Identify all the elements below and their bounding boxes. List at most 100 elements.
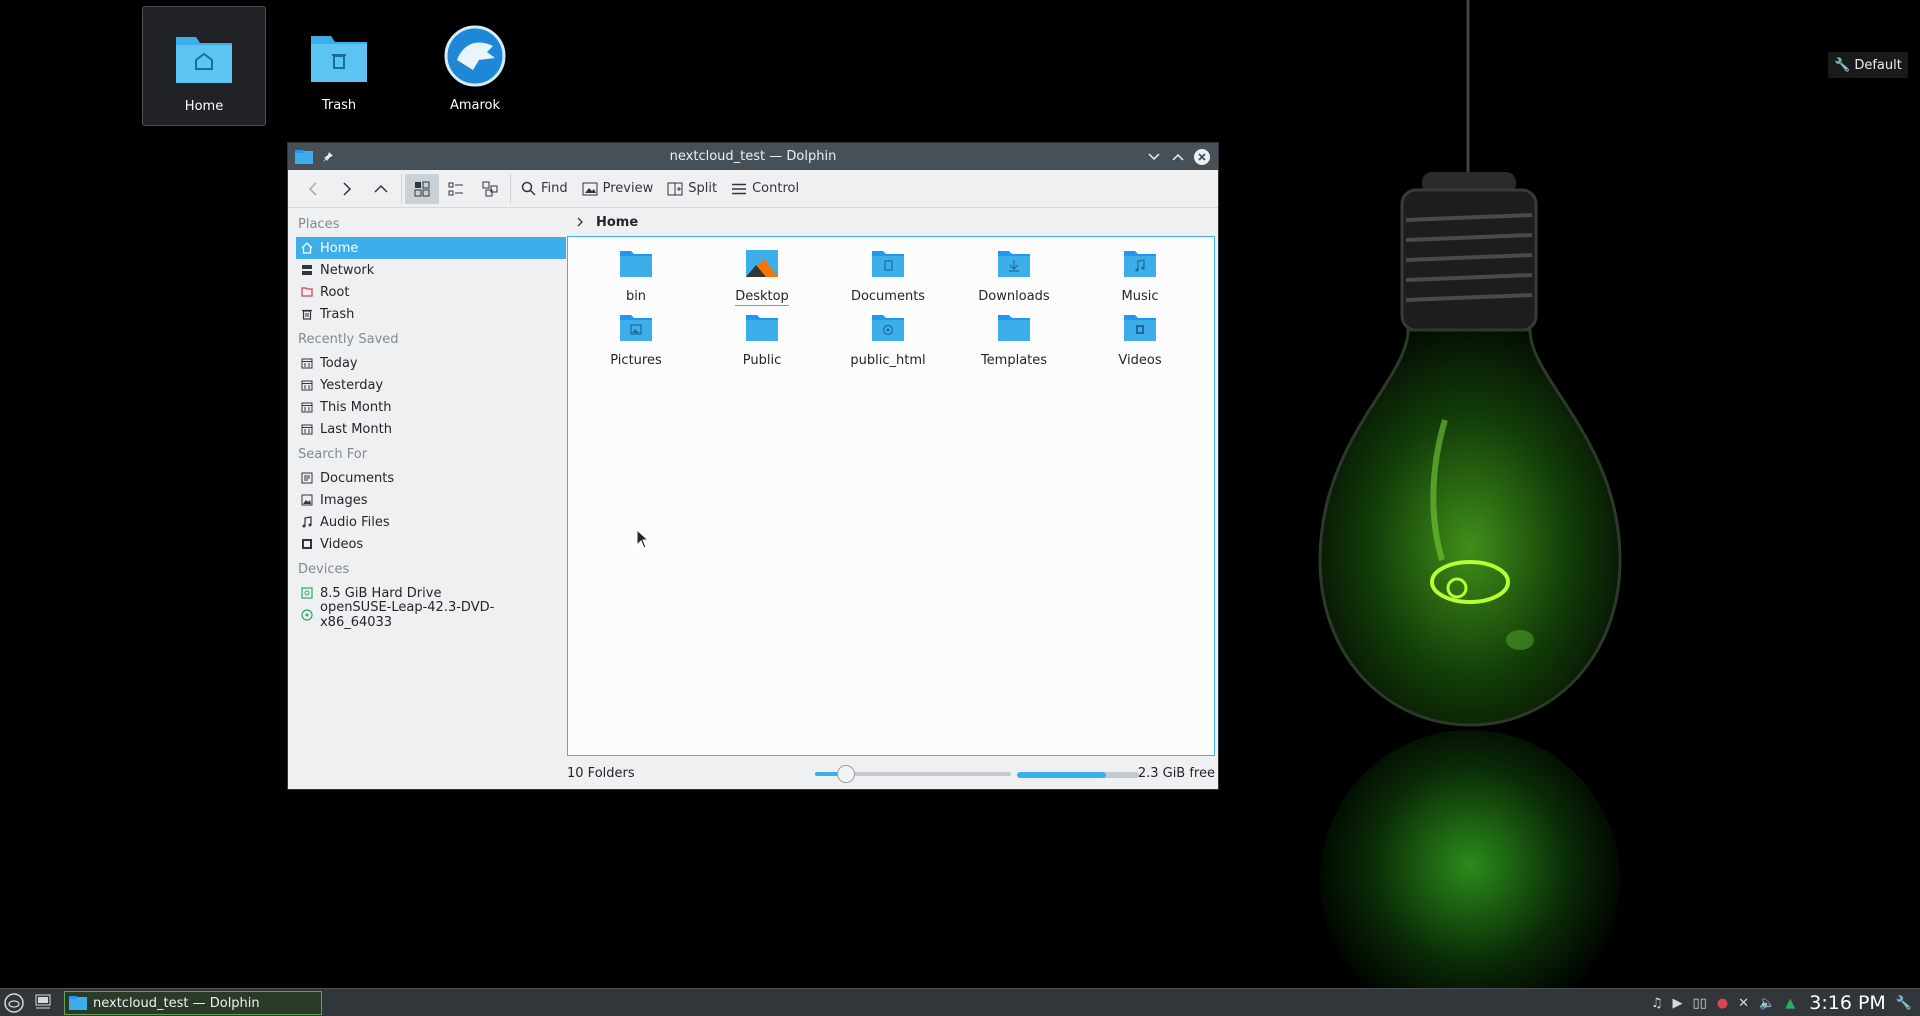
sidebar-item-trash[interactable]: Trash xyxy=(296,303,566,325)
root-folder-icon xyxy=(300,285,314,299)
file-item-templates[interactable]: Templates xyxy=(959,311,1069,368)
file-item-music[interactable]: Music xyxy=(1085,247,1195,304)
sidebar-item-audio-files[interactable]: Audio Files xyxy=(296,511,566,533)
zoom-slider-handle[interactable] xyxy=(837,765,856,783)
back-button[interactable] xyxy=(296,174,330,204)
zoom-slider[interactable] xyxy=(815,765,1011,783)
file-item-documents[interactable]: Documents xyxy=(833,247,943,304)
file-item-downloads[interactable]: Downloads xyxy=(959,247,1069,304)
panel-settings-icon[interactable]: 🔧 xyxy=(1896,996,1912,1011)
sidebar-item-documents[interactable]: Documents xyxy=(296,467,566,489)
preview-label: Preview xyxy=(602,181,654,196)
forward-button[interactable] xyxy=(330,174,364,204)
desktop-icon-amarok[interactable]: Amarok xyxy=(413,6,537,126)
file-view[interactable]: bin Desktop Documents Downloads Music Pi… xyxy=(567,236,1215,756)
split-button[interactable]: Split xyxy=(660,174,724,204)
breadcrumb-home[interactable]: Home xyxy=(596,215,638,230)
file-item-public[interactable]: Public xyxy=(707,311,817,368)
preview-icon xyxy=(582,182,598,195)
show-desktop-button[interactable] xyxy=(34,992,52,1012)
desktop-icon-trash[interactable]: Trash xyxy=(277,6,401,126)
sidebar-item-label: Videos xyxy=(320,536,364,552)
sidebar-item-label: Documents xyxy=(320,470,395,486)
sidebar-item-yesterday[interactable]: Yesterday xyxy=(296,374,566,396)
file-label: Templates xyxy=(980,353,1048,368)
chevron-up-icon xyxy=(374,184,388,193)
folder-icon xyxy=(620,251,652,277)
control-button[interactable]: Control xyxy=(724,174,806,204)
minimize-icon[interactable] xyxy=(1144,147,1164,167)
file-label: Pictures xyxy=(610,353,662,368)
play-icon[interactable]: ▶ xyxy=(1673,996,1683,1011)
amarok-wolf-icon xyxy=(444,25,506,87)
sidebar-item-label: Images xyxy=(320,492,368,508)
videos-folder-icon xyxy=(1124,315,1156,341)
sidebar-item-this-month[interactable]: This Month xyxy=(296,396,566,418)
details-view-button[interactable] xyxy=(473,174,507,204)
sidebar-item-label: Yesterday xyxy=(320,377,384,393)
icons-view-button[interactable] xyxy=(405,173,439,204)
kde-connect-icon[interactable]: ▯▯ xyxy=(1693,996,1707,1011)
calendar-icon xyxy=(300,378,314,392)
expand-tray-icon[interactable]: ▲ xyxy=(1785,996,1795,1011)
maximize-icon[interactable] xyxy=(1168,147,1188,167)
sidebar-item-today[interactable]: Today xyxy=(296,352,566,374)
sidebar-item-last-month[interactable]: Last Month xyxy=(296,418,566,440)
file-item-videos[interactable]: Videos xyxy=(1085,311,1195,368)
file-item-pictures[interactable]: Pictures xyxy=(581,311,691,368)
music-note-icon xyxy=(300,515,314,529)
sidebar-item-images[interactable]: Images xyxy=(296,489,566,511)
desktop-icon-home[interactable]: Home xyxy=(142,6,266,126)
window-menu-icon[interactable] xyxy=(294,147,314,167)
application-launcher-button[interactable] xyxy=(4,993,24,1013)
sidebar-item-label: 8.5 GiB Hard Drive xyxy=(320,585,442,601)
file-label: Documents xyxy=(850,289,926,304)
dolphin-window: nextcloud_test — Dolphin Find Preview Sp… xyxy=(287,142,1219,790)
wallpaper-lightbulb xyxy=(1318,0,1622,990)
desktop-icon-label: Trash xyxy=(321,98,357,113)
media-player-icon[interactable]: ♫ xyxy=(1651,996,1663,1011)
preview-button[interactable]: Preview xyxy=(575,174,661,204)
compact-view-button[interactable] xyxy=(439,174,473,204)
plasma-toolbox-button[interactable]: 🔧 Default xyxy=(1828,52,1908,78)
trash-folder-icon xyxy=(311,36,367,82)
places-panel: Places Home Network Root Trash Recently … xyxy=(296,210,566,780)
file-label: Music xyxy=(1121,289,1159,304)
places-header: Places xyxy=(298,217,340,232)
close-icon[interactable] xyxy=(1192,147,1212,167)
sidebar-item-root[interactable]: Root xyxy=(296,281,566,303)
toolbar-separator xyxy=(510,173,511,204)
chevron-right-icon[interactable] xyxy=(576,217,584,227)
main-toolbar: Find Preview Split Control xyxy=(288,170,1218,208)
hard-drive-icon xyxy=(300,586,314,600)
updates-icon[interactable]: ● xyxy=(1717,996,1728,1011)
clock[interactable]: 3:16 PM xyxy=(1809,992,1886,1014)
pin-icon[interactable] xyxy=(318,147,338,167)
home-icon xyxy=(300,241,314,255)
film-icon xyxy=(300,537,314,551)
control-label: Control xyxy=(752,181,800,196)
home-folder-icon xyxy=(176,37,232,83)
volume-icon[interactable]: 🔈 xyxy=(1759,996,1775,1011)
file-label: Videos xyxy=(1118,353,1162,368)
file-item-public-html[interactable]: public_html xyxy=(833,311,943,368)
status-bar: 10 Folders 2.3 GiB free xyxy=(567,760,1215,786)
sidebar-item-label: This Month xyxy=(320,399,392,415)
file-label: bin xyxy=(625,289,647,304)
sidebar-item-videos[interactable]: Videos xyxy=(296,533,566,555)
file-item-bin[interactable]: bin xyxy=(581,247,691,304)
up-button[interactable] xyxy=(364,174,398,204)
find-button[interactable]: Find xyxy=(514,174,575,204)
file-item-desktop[interactable]: Desktop xyxy=(707,247,817,306)
sidebar-item-dvd[interactable]: openSUSE-Leap-42.3-DVD-x86_64033 xyxy=(296,600,566,630)
free-space-bar xyxy=(1017,772,1139,778)
optical-disc-icon xyxy=(300,608,314,622)
sidebar-item-label: Home xyxy=(320,240,359,256)
tools-icon[interactable]: ✕ xyxy=(1738,996,1749,1011)
sidebar-item-network[interactable]: Network xyxy=(296,259,566,281)
taskbar-task-dolphin[interactable]: nextcloud_test — Dolphin xyxy=(64,991,322,1015)
calendar-icon xyxy=(300,356,314,370)
window-titlebar[interactable]: nextcloud_test — Dolphin xyxy=(288,143,1218,170)
sidebar-item-label: Last Month xyxy=(320,421,392,437)
sidebar-item-home[interactable]: Home xyxy=(296,237,566,259)
